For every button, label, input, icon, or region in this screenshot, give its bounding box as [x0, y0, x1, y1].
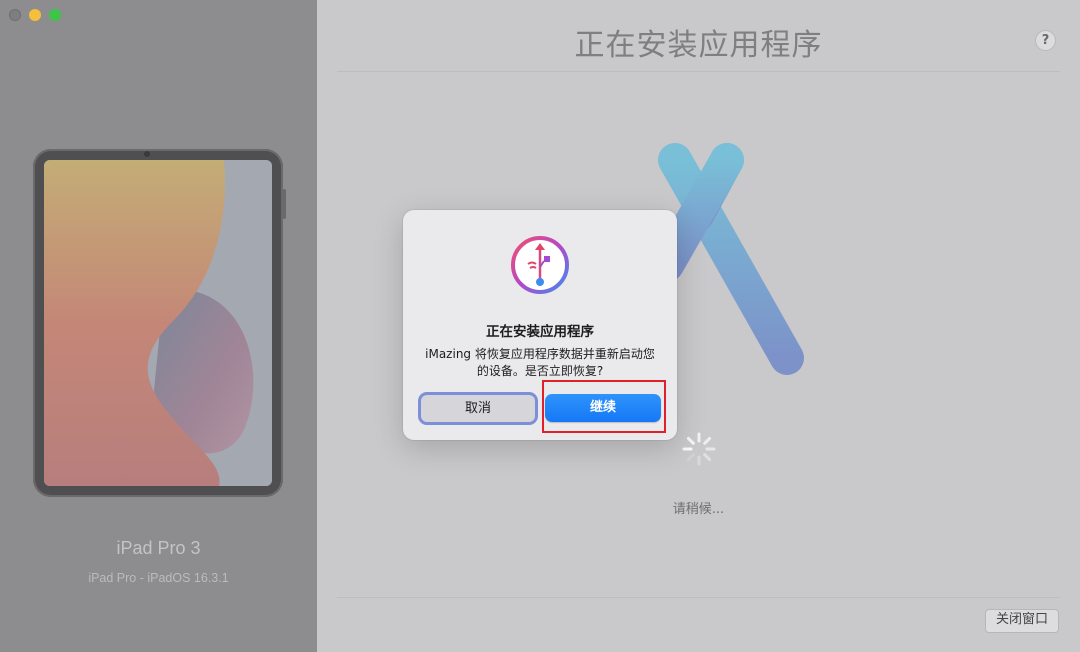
device-side-button: [283, 189, 286, 219]
loading-spinner-icon: [682, 432, 716, 466]
dialog-message-line: 的设备。是否立即恢复?: [476, 364, 604, 378]
close-window-button[interactable]: 关闭窗口: [984, 609, 1059, 633]
dialog-title: 正在安装应用程序: [486, 324, 594, 340]
imazing-icon: [511, 236, 569, 294]
sidebar: iPad Pro 3 iPad Pro - iPadOS 16.3.1: [0, 0, 317, 652]
help-button[interactable]: ?: [1035, 30, 1056, 51]
dialog-message-line: iMazing 将恢复应用程序数据并重新启动您: [425, 347, 655, 361]
close-window-icon[interactable]: [9, 9, 21, 21]
dialog-message: iMazing 将恢复应用程序数据并重新启动您 的设备。是否立即恢复?: [419, 346, 661, 380]
status-text: 请稍候...: [672, 502, 725, 517]
app-window: iPad Pro 3 iPad Pro - iPadOS 16.3.1 正在安装…: [0, 0, 1080, 652]
divider: [337, 71, 1060, 72]
cancel-button[interactable]: 取消: [418, 392, 538, 425]
page-title: 正在安装应用程序: [574, 28, 823, 63]
device-details: iPad Pro - iPadOS 16.3.1: [88, 571, 229, 585]
device-name: iPad Pro 3: [116, 538, 201, 558]
window-controls: [9, 9, 61, 21]
device-image: [33, 149, 286, 497]
continue-button[interactable]: 继续: [545, 394, 661, 422]
confirm-dialog: 正在安装应用程序 iMazing 将恢复应用程序数据并重新启动您 的设备。是否立…: [403, 210, 677, 440]
device-wallpaper: [44, 160, 272, 486]
maximize-window-icon[interactable]: [49, 9, 61, 21]
divider: [337, 597, 1060, 598]
camera-icon: [144, 151, 150, 157]
minimize-window-icon[interactable]: [29, 9, 41, 21]
